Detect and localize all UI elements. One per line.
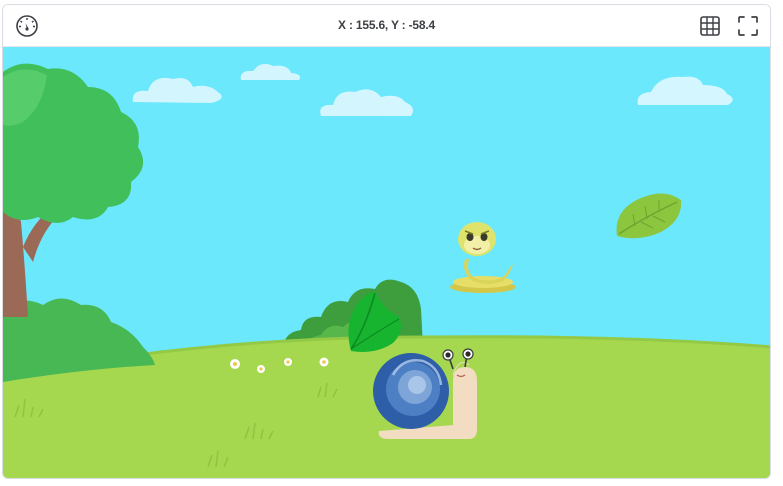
sprite-snake[interactable]: [447, 219, 519, 297]
mouse-coordinates: X : 155.6, Y : -58.4: [338, 18, 435, 32]
sprite-snail[interactable]: [373, 345, 481, 443]
stage-toolbar: X : 155.6, Y : -58.4: [3, 5, 770, 47]
grid-icon[interactable]: [696, 12, 724, 40]
fullscreen-icon[interactable]: [734, 12, 762, 40]
stage-frame: X : 155.6, Y : -58.4: [2, 4, 771, 479]
stage-canvas[interactable]: [3, 47, 770, 478]
sprite-leaf-light[interactable]: [613, 190, 685, 240]
